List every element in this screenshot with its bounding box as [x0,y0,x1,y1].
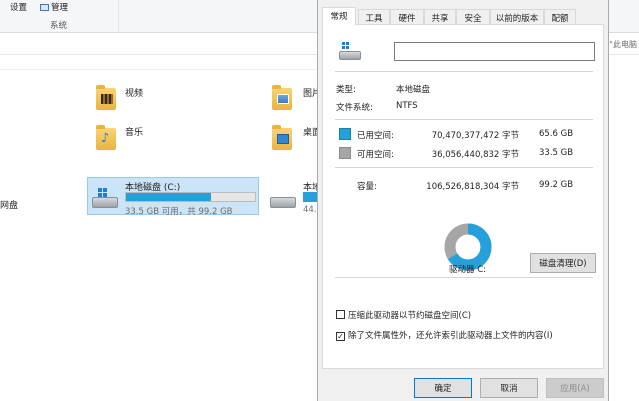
tab-sharing[interactable]: 共享 [424,9,456,24]
compress-label[interactable]: 压缩此驱动器以节约磁盘空间(C) [348,311,471,321]
tab-general[interactable]: 常规 [322,7,356,25]
desktop-folder-icon[interactable] [272,125,292,150]
ok-button[interactable]: 确定 [414,378,472,398]
settings-button[interactable]: 设置 [10,1,27,13]
capacity-bytes: 106,526,818,304 字节 [426,182,519,192]
compress-drive-option[interactable]: 压缩此驱动器以节约磁盘空间(C) [336,309,471,321]
videos-folder-icon[interactable] [96,85,116,110]
used-space-label: 已用空间: [357,131,394,141]
local-disk-icon [339,42,361,60]
divider [335,277,593,278]
drive-c-usage-bar [125,192,256,202]
filesystem-value: NTFS [396,101,418,111]
properties-dialog: 常规 工具 硬件 共享 安全 以前的版本 配额 类型: 本地磁盘 文件系统: N… [317,0,609,401]
index-label[interactable]: 除了文件属性外，还允许索引此驱动器上文件的内容(I) [348,331,553,341]
free-space-label: 可用空间: [357,150,394,160]
used-space-swatch [339,128,351,140]
tab-security[interactable]: 安全 [456,9,490,24]
computer-management-icon [40,4,49,11]
music-folder-icon[interactable]: ♪ [96,125,116,150]
used-space-size: 65.6 GB [539,129,574,139]
cancel-button[interactable]: 取消 [480,378,538,398]
divider [335,119,593,120]
apply-button[interactable]: 应用(A) [546,378,604,398]
local-disk-icon [92,188,118,208]
tab-quota[interactable]: 配额 [544,9,576,24]
index-contents-option[interactable]: ✓ 除了文件属性外，还允许索引此驱动器上文件的内容(I) [336,329,553,341]
type-label: 类型: [336,85,356,95]
explorer-right-area [609,55,639,401]
drive-name-input[interactable] [394,42,595,61]
type-value: 本地磁盘 [396,85,431,95]
manage-label: 管理 [51,3,69,13]
compress-checkbox[interactable] [336,310,345,319]
drive-letter-label: 驱动器 C: [449,265,487,275]
free-space-swatch [339,147,351,159]
tab-previous-versions[interactable]: 以前的版本 [490,9,544,24]
divider [335,71,593,72]
divider [335,167,593,168]
free-space-size: 33.5 GB [539,148,574,158]
free-space-bytes: 36,056,440,832 字节 [431,150,519,160]
manage-button[interactable]: 管理 [40,1,68,13]
used-space-bytes: 70,470,377,472 字节 [431,131,519,141]
capacity-size: 99.2 GB [539,180,574,190]
local-disk-icon[interactable] [270,197,296,208]
folder-label-music[interactable]: 音乐 [125,125,143,138]
pictures-folder-icon[interactable] [272,85,292,110]
general-tab-panel: 类型: 本地磁盘 文件系统: NTFS 已用空间: 70,470,377,472… [322,24,604,369]
tab-tools[interactable]: 工具 [358,9,390,24]
drive-c-free-text: 33.5 GB 可用，共 99.2 GB [125,207,233,217]
capacity-label: 容量: [357,182,377,192]
index-checkbox[interactable]: ✓ [336,332,345,341]
tab-hardware[interactable]: 硬件 [390,9,424,24]
nav-network-drive[interactable]: 网盘 [0,198,18,211]
filesystem-label: 文件系统: [336,103,373,113]
folder-label-videos[interactable]: 视频 [125,86,143,99]
ribbon-separator [118,0,119,32]
drive-c-usage-fill [126,193,212,201]
settings-label: 设置 [10,3,28,13]
ribbon-group-label: 系统 [50,21,68,31]
disk-cleanup-button[interactable]: 磁盘清理(D) [530,253,596,273]
